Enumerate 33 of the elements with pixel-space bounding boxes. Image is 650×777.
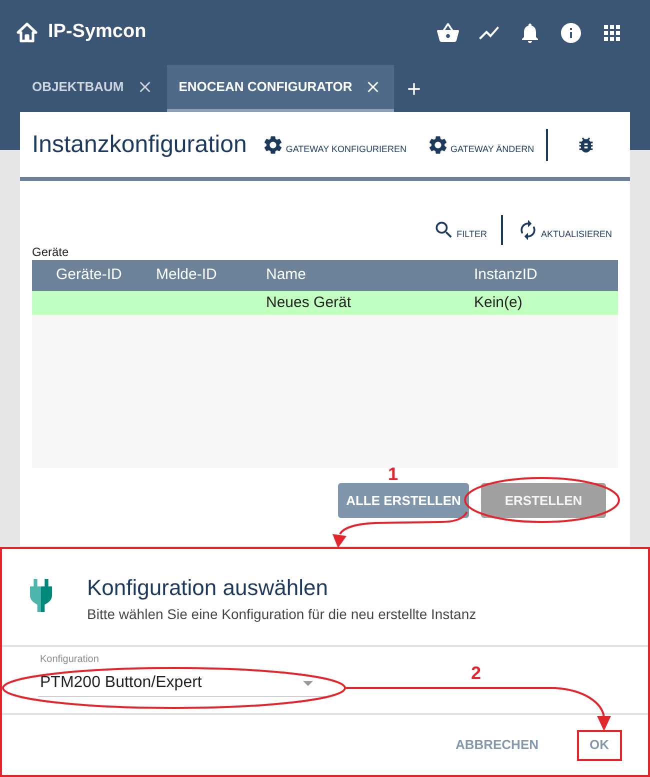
table-cell-text: Kein(e)	[474, 292, 524, 313]
column-header[interactable]: Geräte-ID	[56, 264, 156, 287]
column-header[interactable]: Name	[266, 264, 474, 287]
dialog-subtitle: Bitte wählen Sie eine Konfiguration für die neu erstellte Instanz	[87, 605, 476, 623]
tab[interactable]: OBJEKTBAUM	[16, 65, 167, 112]
info-icon[interactable]	[559, 20, 583, 44]
panel-title: Instanzkonfiguration	[32, 132, 247, 156]
tab[interactable]: ENOCEAN CONFIGURATOR	[166, 65, 394, 112]
gear-icon	[426, 134, 448, 156]
dialog-title: Konfiguration auswählen	[87, 575, 329, 601]
caret-icon	[303, 680, 313, 686]
table-label: Geräte	[32, 245, 69, 260]
house-logo-icon	[16, 22, 38, 43]
action-button[interactable]: ALLE ERSTELLEN	[338, 483, 469, 518]
annotation-label: 1	[388, 465, 398, 483]
toolbar-button[interactable]: GATEWAY KONFIGURIEREN	[262, 134, 406, 156]
plug-icon	[30, 578, 52, 613]
annotation-label: 2	[471, 664, 482, 682]
toolbar-button[interactable]: GATEWAY ÄNDERN	[426, 134, 534, 156]
toolbar-button[interactable]: AKTUALISIEREN	[516, 219, 612, 241]
table-row[interactable]: Neues Gerät Kein(e)	[32, 291, 618, 315]
field-value: PTM200 Button/Expert	[40, 673, 202, 693]
column-header[interactable]: Melde-ID	[156, 264, 266, 287]
column-header[interactable]: InstanzID	[474, 264, 618, 287]
app-title: IP-Symcon	[48, 20, 146, 44]
toolbar-button[interactable]: FILTER	[432, 219, 487, 241]
dropdown-field[interactable]: Konfiguration PTM200 Button/Expert	[38, 654, 325, 697]
gear-icon	[262, 134, 284, 156]
table-cell-text: Neues Gerät	[266, 292, 352, 313]
dialog-button[interactable]: ABBRECHEN	[453, 732, 540, 758]
basket-icon[interactable]	[436, 20, 460, 44]
dialog-button[interactable]: OK	[580, 732, 619, 758]
field-label: Konfiguration	[40, 654, 99, 666]
